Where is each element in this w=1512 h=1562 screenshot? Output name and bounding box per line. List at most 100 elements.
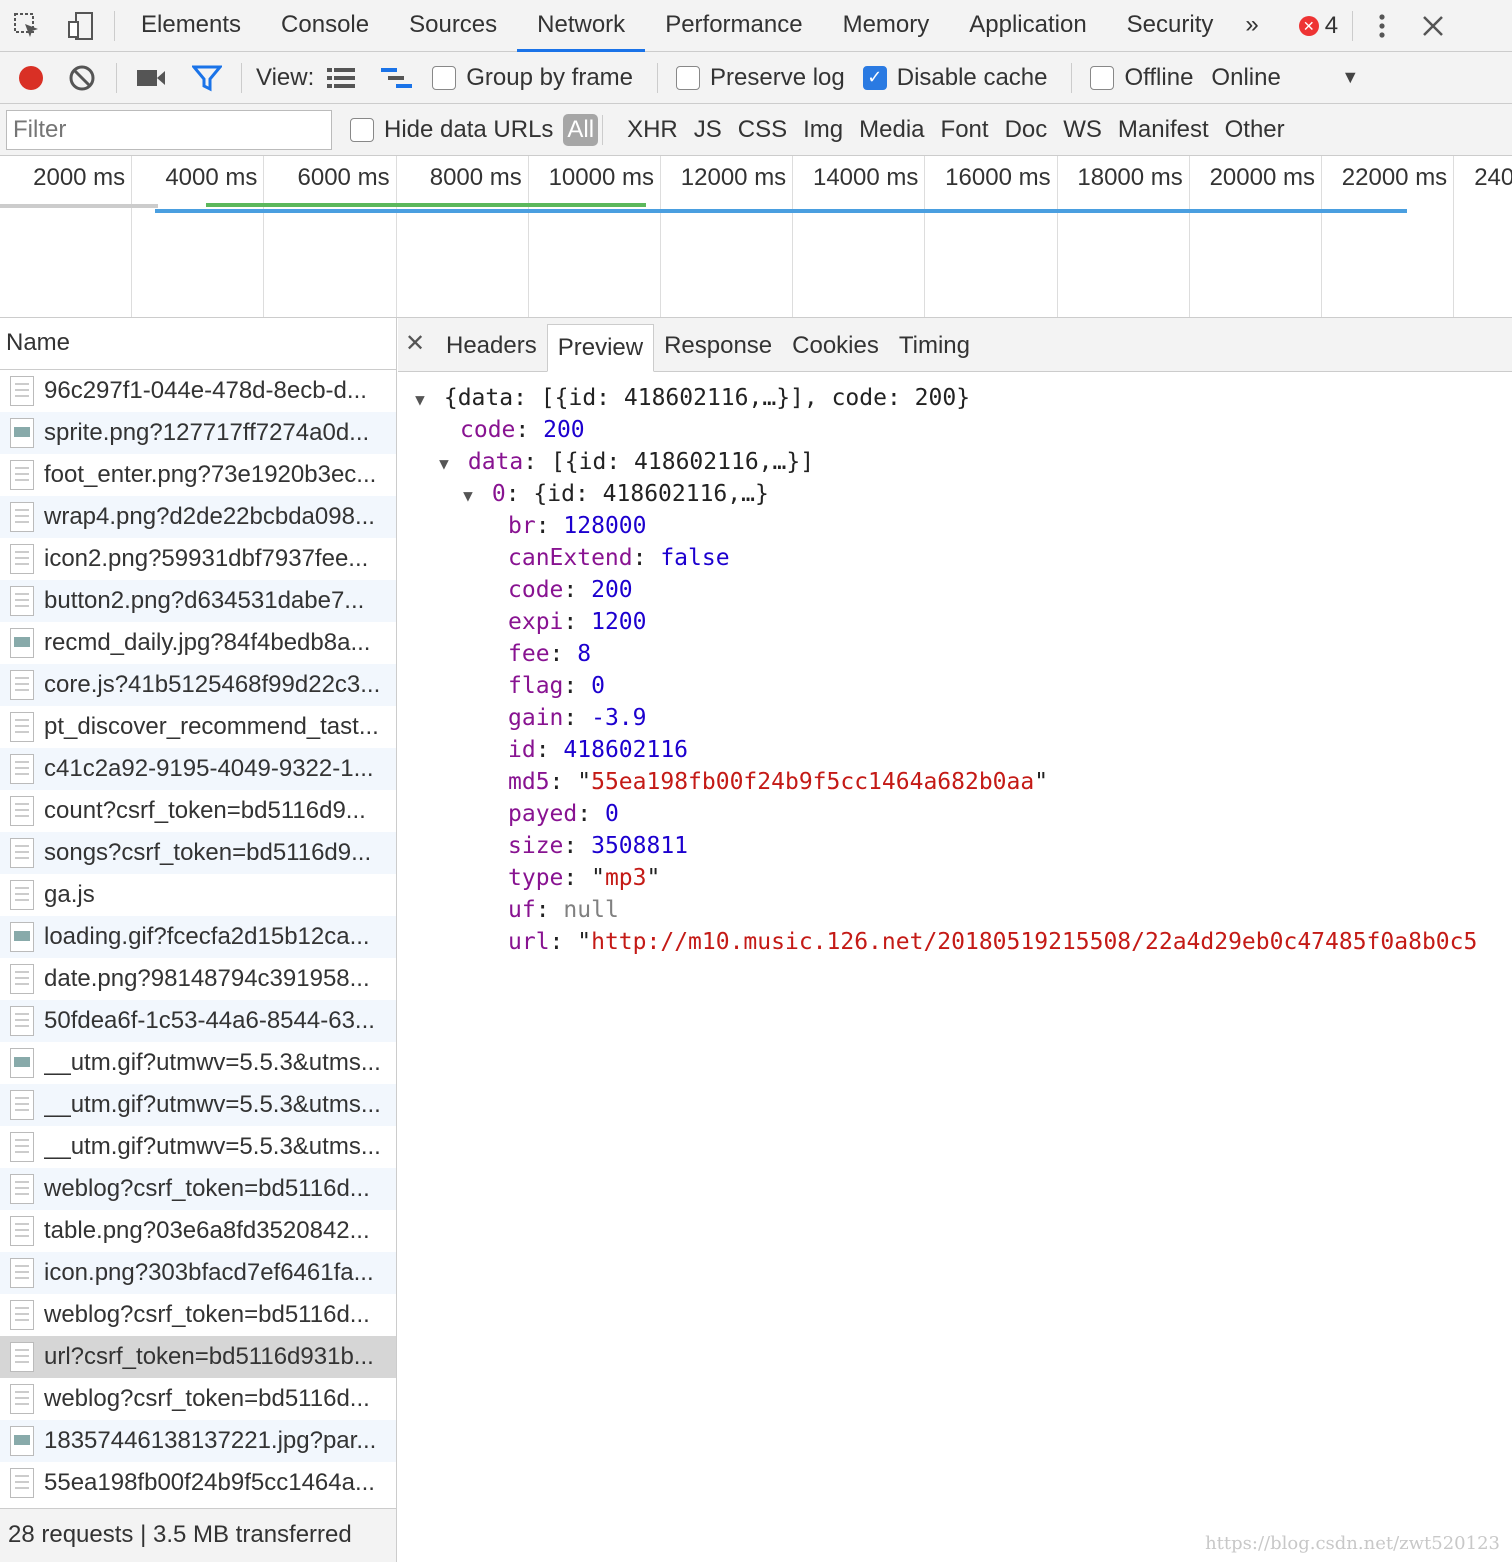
json-value[interactable]: http://m10.music.126.net/20180519215508/… — [591, 929, 1477, 955]
request-row[interactable]: date.png?98148794c391958... — [0, 958, 396, 1000]
document-file-icon — [10, 1468, 34, 1498]
request-row[interactable]: weblog?csrf_token=bd5116d... — [0, 1294, 396, 1336]
filter-type-js[interactable]: JS — [686, 116, 730, 144]
throttling-select[interactable]: Online ▼ — [1211, 64, 1359, 92]
tab-console[interactable]: Console — [261, 0, 389, 52]
request-row[interactable]: __utm.gif?utmwv=5.5.3&utms... — [0, 1126, 396, 1168]
image-file-icon — [10, 1426, 34, 1456]
disable-cache-checkbox[interactable]: ✓ — [862, 65, 887, 90]
filter-bar: Hide data URLs All XHRJSCSSImgMediaFontDo… — [0, 104, 1512, 156]
request-list-pane: Name 96c297f1-044e-478d-8ecb-d... sprite.… — [0, 318, 397, 1562]
request-row[interactable]: icon2.png?59931dbf7937fee... — [0, 538, 396, 580]
filter-type-manifest[interactable]: Manifest — [1110, 116, 1217, 144]
waterfall-overview-icon[interactable] — [368, 52, 426, 104]
filter-type-doc[interactable]: Doc — [997, 116, 1056, 144]
document-file-icon — [10, 1174, 34, 1204]
request-row[interactable]: pt_discover_recommend_tast... — [0, 706, 396, 748]
request-row[interactable]: table.png?03e6a8fd3520842... — [0, 1210, 396, 1252]
tab-performance[interactable]: Performance — [645, 0, 822, 52]
request-row[interactable]: button2.png?d634531dabe7... — [0, 580, 396, 622]
request-row[interactable]: core.js?41b5125468f99d22c3... — [0, 664, 396, 706]
document-file-icon — [10, 1090, 34, 1120]
request-row[interactable]: ga.js — [0, 874, 396, 916]
json-value[interactable]: 55ea198fb00f24b9f5cc1464a682b0aa — [591, 769, 1034, 795]
detail-tab-timing[interactable]: Timing — [889, 323, 980, 371]
request-row[interactable]: weblog?csrf_token=bd5116d... — [0, 1378, 396, 1420]
tab-application[interactable]: Application — [949, 0, 1106, 52]
request-row[interactable]: weblog?csrf_token=bd5116d... — [0, 1168, 396, 1210]
group-by-frame-checkbox[interactable] — [432, 65, 457, 90]
filter-type-font[interactable]: Font — [933, 116, 997, 144]
expanded-triangle-icon[interactable]: ▼ — [458, 480, 478, 512]
document-file-icon — [10, 964, 34, 994]
filter-type-xhr[interactable]: XHR — [619, 116, 686, 144]
filter-type-media[interactable]: Media — [851, 116, 932, 144]
request-row[interactable]: wrap4.png?d2de22bcbda098... — [0, 496, 396, 538]
request-row[interactable]: recmd_daily.jpg?84f4bedb8a... — [0, 622, 396, 664]
request-name: __utm.gif?utmwv=5.5.3&utms... — [44, 1049, 381, 1076]
request-name: weblog?csrf_token=bd5116d... — [44, 1301, 370, 1328]
request-list: 96c297f1-044e-478d-8ecb-d... sprite.png?1… — [0, 370, 396, 1504]
filter-funnel-icon[interactable] — [179, 52, 235, 104]
filter-type-img[interactable]: Img — [795, 116, 851, 144]
request-row[interactable]: 96c297f1-044e-478d-8ecb-d... — [0, 370, 396, 412]
filter-type-ws[interactable]: WS — [1055, 116, 1110, 144]
tick-label: 16000 ms — [945, 164, 1051, 191]
request-row[interactable]: 55ea198fb00f24b9f5cc1464a... — [0, 1462, 396, 1504]
preserve-log-checkbox[interactable] — [676, 65, 700, 90]
name-column-header[interactable]: Name — [0, 318, 396, 370]
overview-timeline[interactable]: 2000 ms 4000 ms 6000 ms 8000 ms 10000 ms 1200… — [0, 156, 1512, 318]
device-toolbar-icon[interactable] — [54, 0, 108, 52]
inspect-element-icon[interactable] — [0, 0, 54, 52]
request-row[interactable]: url?csrf_token=bd5116d931b... — [0, 1336, 396, 1378]
json-data-row[interactable]: ▼ data: [{id: 418602116,…}] — [398, 446, 1512, 478]
detail-tab-headers[interactable]: Headers — [436, 323, 547, 371]
json-value[interactable]: mp3 — [605, 865, 647, 891]
request-name: count?csrf_token=bd5116d9... — [44, 797, 366, 824]
error-icon: ✕ — [1298, 15, 1319, 36]
detail-tab-response[interactable]: Response — [654, 323, 782, 371]
record-button[interactable] — [8, 52, 54, 104]
filter-type-css[interactable]: CSS — [730, 116, 795, 144]
close-devtools-icon[interactable] — [1405, 0, 1461, 52]
request-row[interactable]: songs?csrf_token=bd5116d9... — [0, 832, 396, 874]
filter-input[interactable] — [6, 109, 332, 150]
document-file-icon — [10, 502, 34, 532]
expanded-triangle-icon[interactable]: ▼ — [434, 448, 454, 480]
request-row[interactable]: 18357446138137221.jpg?par... — [0, 1420, 396, 1462]
large-rows-icon[interactable] — [314, 52, 368, 104]
error-counter[interactable]: ✕ 4 — [1298, 12, 1338, 40]
throttling-value: Online — [1211, 63, 1281, 91]
json-item-row[interactable]: ▼ 0: {id: 418602116,…} — [398, 478, 1512, 510]
request-row[interactable]: icon.png?303bfacd7ef6461fa... — [0, 1252, 396, 1294]
separator — [1352, 10, 1354, 41]
request-row[interactable]: sprite.png?127717ff7274a0d... — [0, 412, 396, 454]
tab-network[interactable]: Network — [517, 0, 646, 52]
filter-type-other[interactable]: Other — [1217, 116, 1293, 144]
tab-elements[interactable]: Elements — [121, 0, 261, 52]
kebab-menu-icon[interactable] — [1359, 0, 1405, 52]
offline-checkbox[interactable] — [1090, 65, 1115, 90]
tab-sources[interactable]: Sources — [389, 0, 517, 52]
request-row[interactable]: __utm.gif?utmwv=5.5.3&utms... — [0, 1084, 396, 1126]
expanded-triangle-icon[interactable]: ▼ — [410, 384, 430, 416]
request-row[interactable]: count?csrf_token=bd5116d9... — [0, 790, 396, 832]
request-row[interactable]: loading.gif?fcecfa2d15b12ca... — [0, 916, 396, 958]
timeline-tick: 2000 ms — [0, 156, 133, 317]
more-tabs-button[interactable]: » — [1233, 0, 1270, 52]
request-row[interactable]: 50fdea6f-1c53-44a6-8544-63... — [0, 1000, 396, 1042]
video-camera-icon[interactable] — [123, 52, 179, 104]
tab-security[interactable]: Security — [1107, 0, 1234, 52]
request-row[interactable]: c41c2a92-9195-4049-9322-1... — [0, 748, 396, 790]
request-row[interactable]: __utm.gif?utmwv=5.5.3&utms... — [0, 1042, 396, 1084]
tab-memory[interactable]: Memory — [823, 0, 950, 52]
clear-icon[interactable] — [54, 52, 110, 104]
json-root-row[interactable]: ▼ {data: [{id: 418602116,…}], code: 200} — [398, 382, 1512, 414]
detail-tab-cookies[interactable]: Cookies — [782, 323, 889, 371]
tick-label: 6000 ms — [297, 164, 390, 191]
close-details-icon[interactable]: ✕ — [398, 319, 432, 371]
detail-tab-preview[interactable]: Preview — [546, 324, 655, 372]
filter-type-all[interactable]: All — [563, 113, 599, 146]
hide-data-urls-checkbox[interactable] — [350, 117, 374, 142]
request-row[interactable]: foot_enter.png?73e1920b3ec... — [0, 454, 396, 496]
